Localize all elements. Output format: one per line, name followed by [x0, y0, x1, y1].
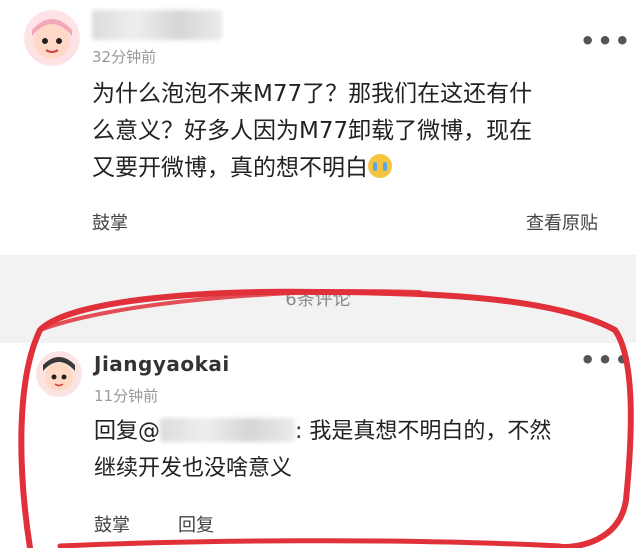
more-dots-icon[interactable]: ••• [580, 29, 632, 53]
comment-content-line: 回复@ : 我是真想不明白的，不然 [94, 413, 551, 450]
post-content-text: 又要开微博，真的想不明白 [92, 155, 368, 181]
post-content-line: 又要开微博，真的想不明白 [92, 150, 532, 187]
blurred-mention [160, 418, 296, 442]
comment-card: Jiangyaokai 11分钟前 ••• 回复@ : 我是真想不明白的，不然 继… [0, 343, 636, 548]
comment-content: 回复@ : 我是真想不明白的，不然 继续开发也没啥意义 [94, 413, 551, 487]
crying-emoji-icon [368, 154, 392, 178]
post-card: 32分钟前 ••• 为什么泡泡不来M77了？那我们在这还有什 么意义？好多人因为… [0, 0, 636, 255]
comment-content-line: 继续开发也没啥意义 [94, 456, 293, 481]
more-dots-icon[interactable]: ••• [580, 348, 632, 372]
comments-count-label: 6条评论 [285, 289, 351, 310]
commenter-username[interactable]: Jiangyaokai [94, 352, 230, 376]
commenter-avatar[interactable] [36, 351, 82, 397]
comment-like-button[interactable]: 鼓掌 [94, 511, 130, 537]
blurred-username [92, 10, 222, 40]
reply-prefix: 回复@ [94, 419, 161, 444]
reply-text: : 我是真想不明白的，不然 [295, 419, 552, 444]
post-time: 32分钟前 [92, 48, 157, 66]
view-original-button[interactable]: 查看原贴 [526, 209, 598, 235]
post-like-button[interactable]: 鼓掌 [92, 209, 128, 235]
post-content-line: 么意义？好多人因为M77卸载了微博，现在 [92, 118, 533, 144]
user-avatar[interactable] [24, 10, 80, 66]
comment-time: 11分钟前 [94, 387, 159, 405]
post-content-line: 为什么泡泡不来M77了？那我们在这还有什 [92, 81, 533, 107]
post-content: 为什么泡泡不来M77了？那我们在这还有什 么意义？好多人因为M77卸载了微博，现… [92, 76, 532, 187]
comment-reply-button[interactable]: 回复 [178, 511, 214, 537]
